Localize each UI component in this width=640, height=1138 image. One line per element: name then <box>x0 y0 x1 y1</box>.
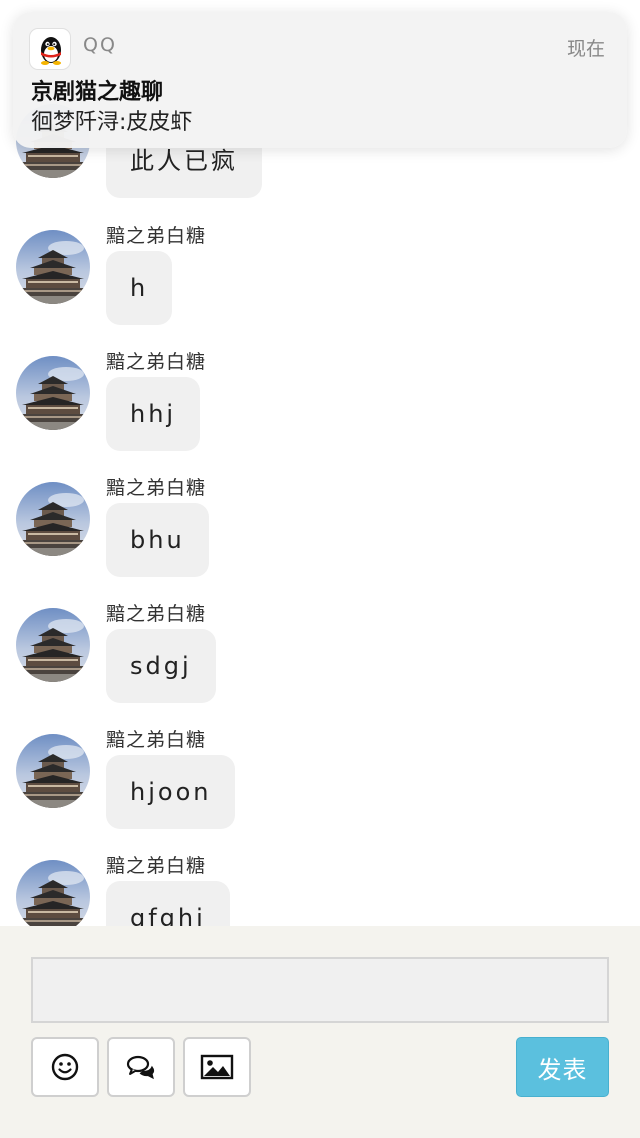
message-input[interactable] <box>31 957 609 1023</box>
avatar[interactable] <box>16 356 90 430</box>
sender-name: 黯之弟白糖 <box>106 729 207 751</box>
sender-name: 黯之弟白糖 <box>106 225 207 247</box>
message-bubble[interactable]: bhu <box>106 503 209 577</box>
send-button[interactable]: 发表 <box>516 1037 609 1097</box>
message-bubble[interactable]: hjoon <box>106 755 236 829</box>
sender-name: 黯之弟白糖 <box>106 603 207 625</box>
emoji-button[interactable] <box>31 1037 99 1097</box>
sender-name: 黯之弟白糖 <box>106 477 207 499</box>
notification-title: 京剧猫之趣聊 <box>31 80 164 105</box>
chat-button[interactable] <box>107 1037 175 1097</box>
message-bubble[interactable]: gfghj <box>106 881 230 926</box>
smiley-icon <box>51 1053 79 1081</box>
avatar[interactable] <box>16 230 90 304</box>
qq-penguin-icon <box>29 28 71 70</box>
message-bubble[interactable]: hhj <box>106 377 201 451</box>
message-bubble[interactable]: sdgj <box>106 629 216 703</box>
notification-body: 徊梦阡浔:皮皮虾 <box>31 110 193 135</box>
message-bubble[interactable]: h <box>106 251 173 325</box>
input-bar: 发表 <box>0 926 640 1138</box>
image-icon <box>200 1054 234 1080</box>
avatar[interactable] <box>16 734 90 808</box>
avatar[interactable] <box>16 482 90 556</box>
notification-banner[interactable]: QQ 现在 京剧猫之趣聊 徊梦阡浔:皮皮虾 <box>13 12 627 148</box>
notification-app-name: QQ <box>83 34 117 56</box>
image-button[interactable] <box>183 1037 251 1097</box>
chat-bubbles-icon <box>126 1055 155 1080</box>
avatar[interactable] <box>16 860 90 926</box>
notification-time: 现在 <box>566 38 605 60</box>
sender-name: 黯之弟白糖 <box>106 351 207 373</box>
chat-screen: 此人已疯 黯之弟白糖 h 黯之弟白糖 hhj 黯之弟白糖 bhu 黯之弟白糖 s… <box>0 0 640 1138</box>
sender-name: 黯之弟白糖 <box>106 855 207 877</box>
avatar[interactable] <box>16 608 90 682</box>
